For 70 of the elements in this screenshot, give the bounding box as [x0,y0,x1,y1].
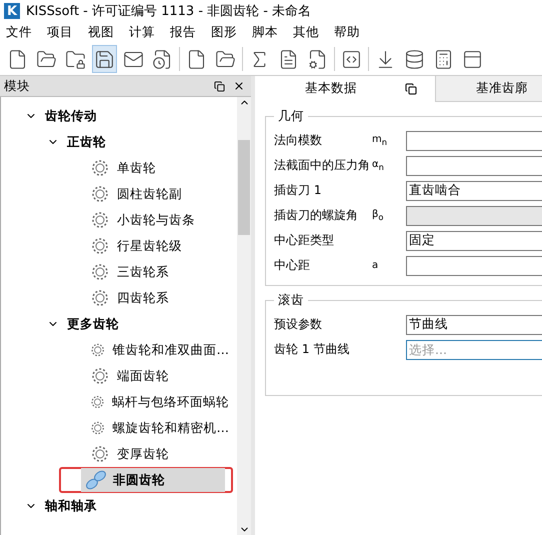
input-field[interactable]: 选择... [406,340,542,360]
symbol: a [372,260,378,271]
tree-group-label[interactable]: 正齿轮 [67,134,106,150]
menu-item[interactable]: 文件 [6,24,32,41]
tree-group-label[interactable]: 轴和轴承 [45,498,97,514]
ellipses-icon [85,469,107,491]
menu-item[interactable]: 计算 [129,24,155,41]
field-label: 插齿刀的螺旋角 [274,207,359,224]
panel-title: 模块 [4,78,31,94]
field-label: 预设参数 [274,316,323,333]
folder-icon [215,48,236,70]
group-title: 几何 [277,108,305,125]
tree-item[interactable]: 螺旋齿轮和精密机… [85,416,229,440]
restore-icon[interactable] [405,82,417,94]
menu-item[interactable]: 项目 [47,24,73,41]
symbol: α$_{n}$ [372,159,384,170]
folder-icon [36,48,57,70]
calculator-icon [433,48,454,70]
tree-item[interactable]: 变厚齿轮 [85,442,229,466]
tree-item[interactable]: 蜗杆与包络环面蜗轮 [85,390,229,414]
field-label: 法截面中的压力角 [274,157,368,174]
menu-item[interactable]: 其他 [293,24,319,41]
tree-item[interactable]: 端面齿轮 [85,364,229,388]
tree-item[interactable]: 三齿轮系 [85,260,229,284]
tree-item[interactable]: 锥齿轮和准双曲面… [85,338,229,362]
input-field[interactable] [406,130,542,150]
database-icon [404,48,425,70]
save-icon [94,48,115,70]
menu-item[interactable]: 图形 [211,24,237,41]
document-icon [278,48,299,70]
file-icon [186,48,207,70]
tree-item[interactable]: 小齿轮与齿条 [85,208,229,232]
input-field[interactable] [406,156,542,176]
tree-group-label[interactable]: 齿轮传动 [45,108,97,124]
field-label: 中心距类型 [274,232,335,249]
tree-item[interactable]: 单齿轮 [85,156,229,180]
field-label: 中心距 [274,257,311,274]
file-clock-icon [152,48,173,70]
input-field[interactable] [406,256,542,276]
tree-item[interactable]: 非圆齿轮 [81,468,225,492]
field-label: 插齿刀 1 [274,182,322,199]
menu-item[interactable]: 脚本 [252,24,278,41]
tree-item[interactable]: 行星齿轮级 [85,234,229,258]
menu-item[interactable]: 帮助 [334,24,360,41]
menu-item[interactable]: 视图 [88,24,114,41]
tree-item[interactable]: 圆柱齿轮副 [85,182,229,206]
input-field[interactable]: 直齿啮合 [406,180,542,200]
file-icon [7,48,28,70]
tree-group-label[interactable]: 更多齿轮 [67,316,119,332]
file-wrench-icon [307,48,328,70]
window-title: KISSsoft - 许可证编号 1113 - 非圆齿轮 - 未命名 [26,3,312,20]
panel-icon [462,48,483,70]
app-logo: K [4,3,20,19]
code-window-icon [341,48,362,70]
menu-item[interactable]: 报告 [170,24,196,41]
scroll-thumb[interactable] [238,140,250,235]
symbol: β$_{o}$ [372,209,384,220]
field-label: 齿轮 1 节曲线 [274,341,350,358]
locked-folder-icon [65,48,86,70]
input-field[interactable]: 固定 [406,230,542,250]
group-title: 滚齿 [277,292,305,309]
symbol: m$_{n}$ [372,134,388,145]
tree-item[interactable]: 四齿轮系 [85,286,229,310]
tab[interactable]: 基准齿廓 [435,76,542,102]
field-label: 法向模数 [274,132,323,149]
scrollbar[interactable] [237,97,251,535]
close-icon[interactable] [233,80,245,92]
save-button[interactable] [92,45,117,73]
restore-icon[interactable] [214,80,225,92]
input-field[interactable]: 节曲线 [406,314,542,334]
